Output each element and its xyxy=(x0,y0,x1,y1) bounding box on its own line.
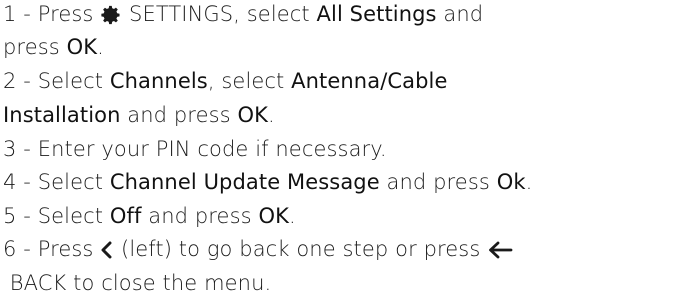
step-text: Press xyxy=(37,2,101,26)
key-ok: OK xyxy=(258,204,289,228)
step-1-line-2: press OK. xyxy=(3,33,104,61)
step-6-line-2: BACK to close the menu. xyxy=(3,269,271,297)
step-text: BACK to close the menu. xyxy=(3,271,272,295)
step-2-line-2: Installation and press OK. xyxy=(3,101,275,129)
menu-term-all-settings: All Settings xyxy=(316,2,437,26)
menu-term-channels: Channels xyxy=(109,69,208,93)
key-ok: OK xyxy=(66,35,98,59)
step-text: . xyxy=(97,35,104,59)
settings-gear-icon xyxy=(100,4,122,26)
step-number: 6 - xyxy=(3,237,38,261)
step-text: press xyxy=(3,35,67,59)
step-6-line-1: 6 - Press (left) to go back one step or … xyxy=(3,235,513,263)
step-5-line-1: 5 - Select Off and press OK. xyxy=(3,202,296,230)
step-number: 5 - xyxy=(3,204,38,228)
step-text: , select xyxy=(207,69,292,93)
step-2-line-1: 2 - Select Channels, select Antenna/Cabl… xyxy=(3,67,447,95)
step-text: Select xyxy=(37,170,110,194)
step-text: and press xyxy=(120,103,238,127)
step-text: (left) to go back one step or press xyxy=(114,237,488,261)
step-text: and press xyxy=(379,170,497,194)
step-text: . xyxy=(288,204,296,228)
menu-term-antenna-cable: Antenna/Cable xyxy=(291,69,448,93)
step-text: and xyxy=(436,2,484,26)
step-text: SETTINGS, select xyxy=(122,2,317,26)
step-number: 3 - xyxy=(3,137,38,161)
step-text: . xyxy=(267,103,275,127)
key-ok: OK xyxy=(237,103,268,127)
step-1-line-1: 1 - Press SETTINGS, select All Settings … xyxy=(3,0,483,28)
step-text: Press xyxy=(37,237,101,261)
step-number: 1 - xyxy=(3,2,38,26)
step-4-line-1: 4 - Select Channel Update Message and pr… xyxy=(3,168,532,196)
step-text: Select xyxy=(37,204,110,228)
chevron-left-icon xyxy=(100,241,114,259)
step-text: Select xyxy=(37,69,110,93)
key-ok: Ok xyxy=(496,170,526,194)
step-text: and press xyxy=(141,204,259,228)
back-arrow-icon xyxy=(487,241,513,259)
step-3-line-1: 3 - Enter your PIN code if necessary. xyxy=(3,135,387,163)
step-number: 4 - xyxy=(3,170,38,194)
step-text: . xyxy=(525,170,533,194)
menu-term-channel-update-message: Channel Update Message xyxy=(109,170,380,194)
step-text: Enter your PIN code if necessary. xyxy=(37,137,387,161)
menu-term-off: Off xyxy=(109,204,142,228)
menu-term-installation: Installation xyxy=(3,103,121,127)
step-number: 2 - xyxy=(3,69,38,93)
